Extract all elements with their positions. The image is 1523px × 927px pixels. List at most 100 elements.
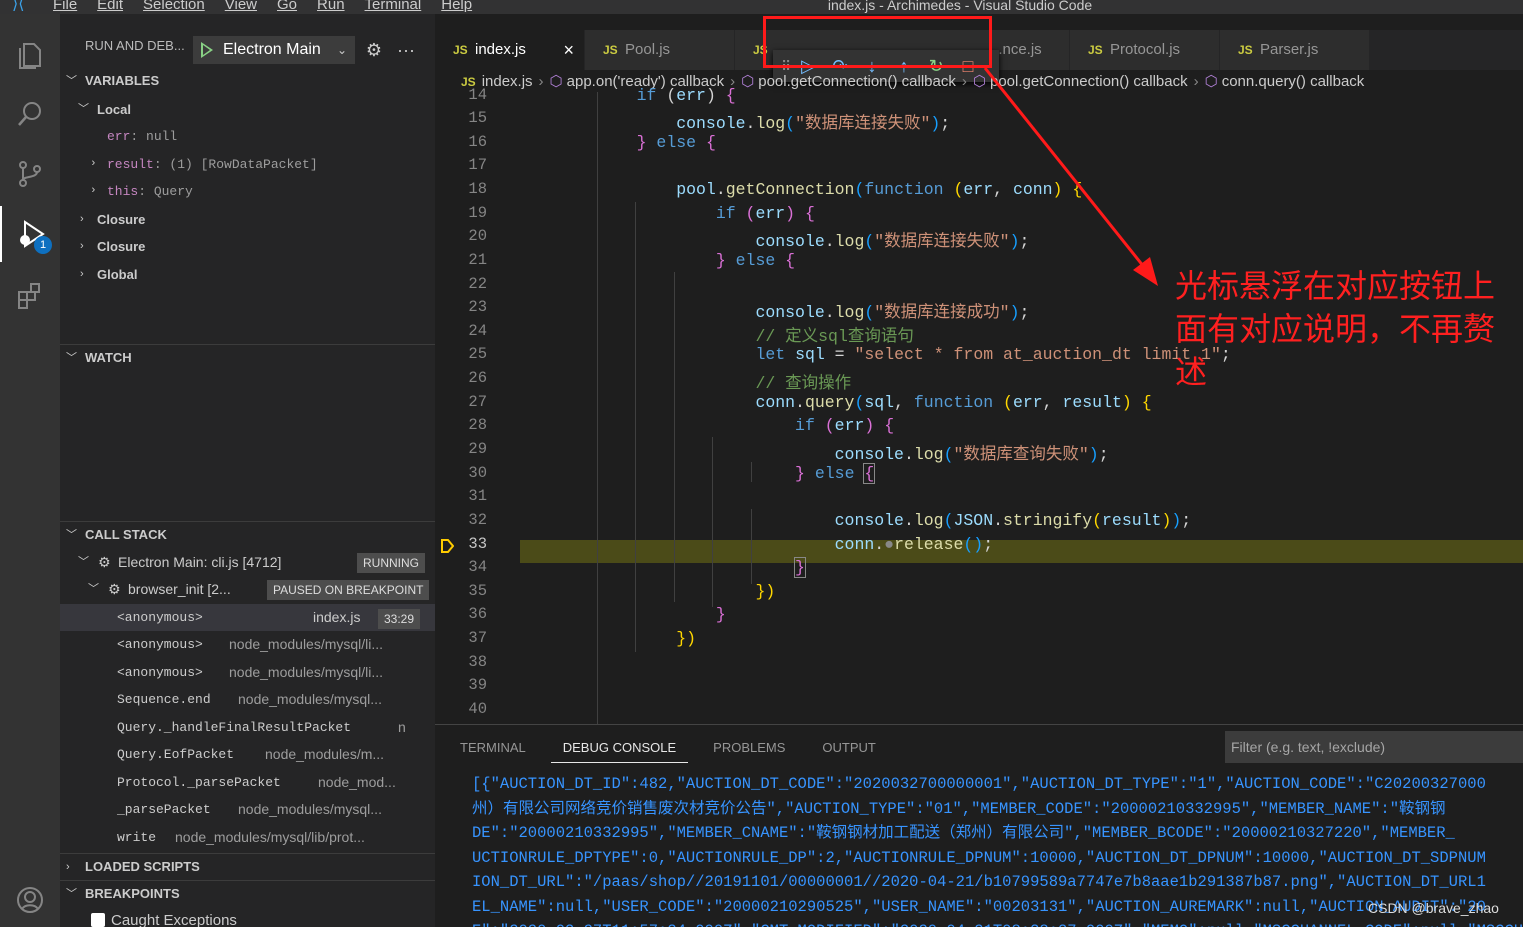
start-debug-icon[interactable] [201,42,213,58]
variable-result[interactable]: › result: (1) [RowDataPacket] [60,151,435,178]
stack-frame[interactable]: Sequence.end node_modules/mysql... [60,686,435,713]
stack-frame[interactable]: write node_modules/mysql/lib/prot... [60,824,435,851]
thread-label: Electron Main: cli.js [4712] [118,554,282,570]
breakpoint-caught-exceptions[interactable]: Caught Exceptions [60,907,435,927]
chevron-down-icon: ⌄ [336,43,347,57]
thread-electron-main[interactable]: ﹀ ⚙ Electron Main: cli.js [4712] RUNNING [60,549,435,576]
variables-section-header[interactable]: ﹀ VARIABLES [60,68,435,94]
stack-frame[interactable]: Query._handleFinalResultPacket n [60,714,435,741]
accounts-activity[interactable] [0,872,60,927]
tab-index-js[interactable]: JS index.js × [435,30,585,70]
stack-frame[interactable]: <anonymous> index.js 33:29 [60,604,435,631]
scope-closure[interactable]: › Closure [60,233,435,260]
console-line: [{"AUCTION_DT_ID":482,"AUCTION_DT_CODE":… [472,775,1486,793]
gear-icon[interactable]: ⚙ [362,36,386,64]
source-control-activity[interactable] [0,146,60,202]
frame-file: node_modules/mysql/li... [229,636,384,652]
run-debug-activity[interactable]: 1 [0,206,60,262]
status-badge: PAUSED ON BREAKPOINT [267,580,430,600]
close-icon[interactable]: × [563,30,574,70]
tab-label: index.js [475,41,526,58]
checkbox[interactable] [91,913,105,927]
chevron-down-icon: ﹀ [66,888,77,900]
scope-global[interactable]: › Global [60,261,435,288]
scope-label: Global [97,267,138,282]
loaded-scripts-title: LOADED SCRIPTS [85,859,200,874]
tab-problems[interactable]: PROBLEMS [701,733,797,763]
scope-local[interactable]: ﹀ Local [60,96,435,123]
search-activity[interactable] [0,86,60,142]
tab-protocol-js[interactable]: JS Protocol.js [1070,30,1220,70]
watch-section-header[interactable]: ﹀ WATCH [60,344,435,370]
frame-file: node_modules/mysql... [238,691,382,707]
title-bar: ⟩⟨ File Edit Selection View Go Run Termi… [0,0,1523,14]
frame-file: node_mod... [318,774,396,790]
annotation-text: 光标悬浮在对应按钮上面有对应说明，不再赘述 [1175,267,1496,391]
loaded-scripts-section-header[interactable]: › LOADED SCRIPTS [60,853,435,879]
chevron-right-icon: › [80,213,84,225]
frame-file: node_modules/m... [265,746,385,762]
launch-config-select[interactable]: Electron Main ⌄ [193,36,355,64]
tab-terminal[interactable]: TERMINAL [448,733,538,763]
frame-function: <anonymous> [117,610,203,625]
bottom-panel: TERMINAL DEBUG CONSOLE PROBLEMS OUTPUT F… [435,724,1523,927]
stack-frame[interactable]: _parsePacket node_modules/mysql... [60,796,435,823]
breadcrumb-item[interactable]: pool.getConnection() callback [758,73,956,90]
frame-location-badge: 33:29 [378,609,421,629]
stack-frame[interactable]: <anonymous> node_modules/mysql/li... [60,631,435,658]
variable-err[interactable]: err: null [60,123,435,150]
more-actions-icon[interactable]: ··· [394,36,418,64]
watch-title: WATCH [85,350,132,365]
breakpoint-arrow-icon[interactable] [440,539,454,553]
search-icon [18,102,41,126]
explorer-activity[interactable] [0,28,60,84]
callstack-section-header[interactable]: ﹀ CALL STACK [60,521,435,547]
code-editor[interactable]: 14 if (err) { 15 console.log("数据库连接失败");… [435,86,1523,724]
tab-output[interactable]: OUTPUT [810,733,887,763]
extensions-icon [18,283,40,309]
activity-bar: 1 [0,14,60,927]
console-line: DE":"20000210332995","MEMBER_CNAME":"鞍钢钢… [472,824,1455,842]
frame-file: index.js [313,609,361,625]
stack-frame[interactable]: Query.EofPacket node_modules/m... [60,741,435,768]
thread-browser-init[interactable]: ﹀ ⚙ browser_init [2... PAUSED ON BREAKPO… [60,576,435,603]
tab-parser-js[interactable]: JS Parser.js [1220,30,1370,70]
frame-function: Query.EofPacket [117,747,235,762]
tab-debug-console[interactable]: DEBUG CONSOLE [550,733,689,763]
stack-frame[interactable]: Protocol._parsePacket node_mod... [60,769,435,796]
console-line: EL_NAME":null,"USER_CODE":"2000021029052… [472,897,1486,916]
tab-pool-js[interactable]: JS Pool.js [585,30,735,70]
variable-this[interactable]: › this: Query [60,178,435,205]
console-filter-input[interactable]: Filter (e.g. text, !exclude) [1225,731,1523,763]
bug-icon: ⚙ [98,554,111,570]
window-title: index.js - Archimedes - Visual Studio Co… [827,0,1093,13]
method-icon: ⬡ [1204,73,1218,90]
tab-label: Pool.js [625,41,671,58]
scope-label: Closure [97,239,146,254]
sidebar-title: RUN AND DEB... [85,38,185,53]
chevron-right-icon: › [66,861,70,873]
breadcrumb-item[interactable]: index.js [482,73,533,90]
console-line: ION_DT_URL":"/paas/shop//20191101/000000… [472,873,1486,891]
chevron-right-icon: › [80,240,84,252]
chevron-down-icon: ﹀ [78,103,89,115]
breadcrumb-item[interactable]: conn.query() callback [1222,73,1365,90]
scope-closure[interactable]: › Closure [60,206,435,233]
debug-console-output[interactable]: [{"AUCTION_DT_ID":482,"AUCTION_DT_CODE":… [472,772,1523,927]
stack-frame[interactable]: <anonymous> node_modules/mysql/li... [60,659,435,686]
sidebar-header: RUN AND DEB... Electron Main ⌄ ⚙ ··· [60,32,435,64]
console-line: 州）有限公司网络竞价销售废次材竞价公告","AUCTION_TYPE":"01"… [472,799,1446,818]
tab-label: Protocol.js [1110,41,1181,58]
bug-icon: ⚙ [108,581,121,597]
annotation-highlight-box [763,16,992,68]
tab-label: Parser.js [1260,41,1319,58]
extensions-activity[interactable] [0,268,60,324]
js-file-icon: JS [1088,43,1103,57]
breakpoints-section-header[interactable]: ﹀ BREAKPOINTS [60,880,435,906]
frame-function: Protocol._parsePacket [117,775,281,790]
chevron-down-icon: ﹀ [88,583,99,595]
callstack-title: CALL STACK [85,527,167,542]
breadcrumb-item[interactable]: pool.getConnection() callback [990,73,1188,90]
chevron-right-icon: › [90,185,97,197]
variable-name: result [107,157,154,172]
